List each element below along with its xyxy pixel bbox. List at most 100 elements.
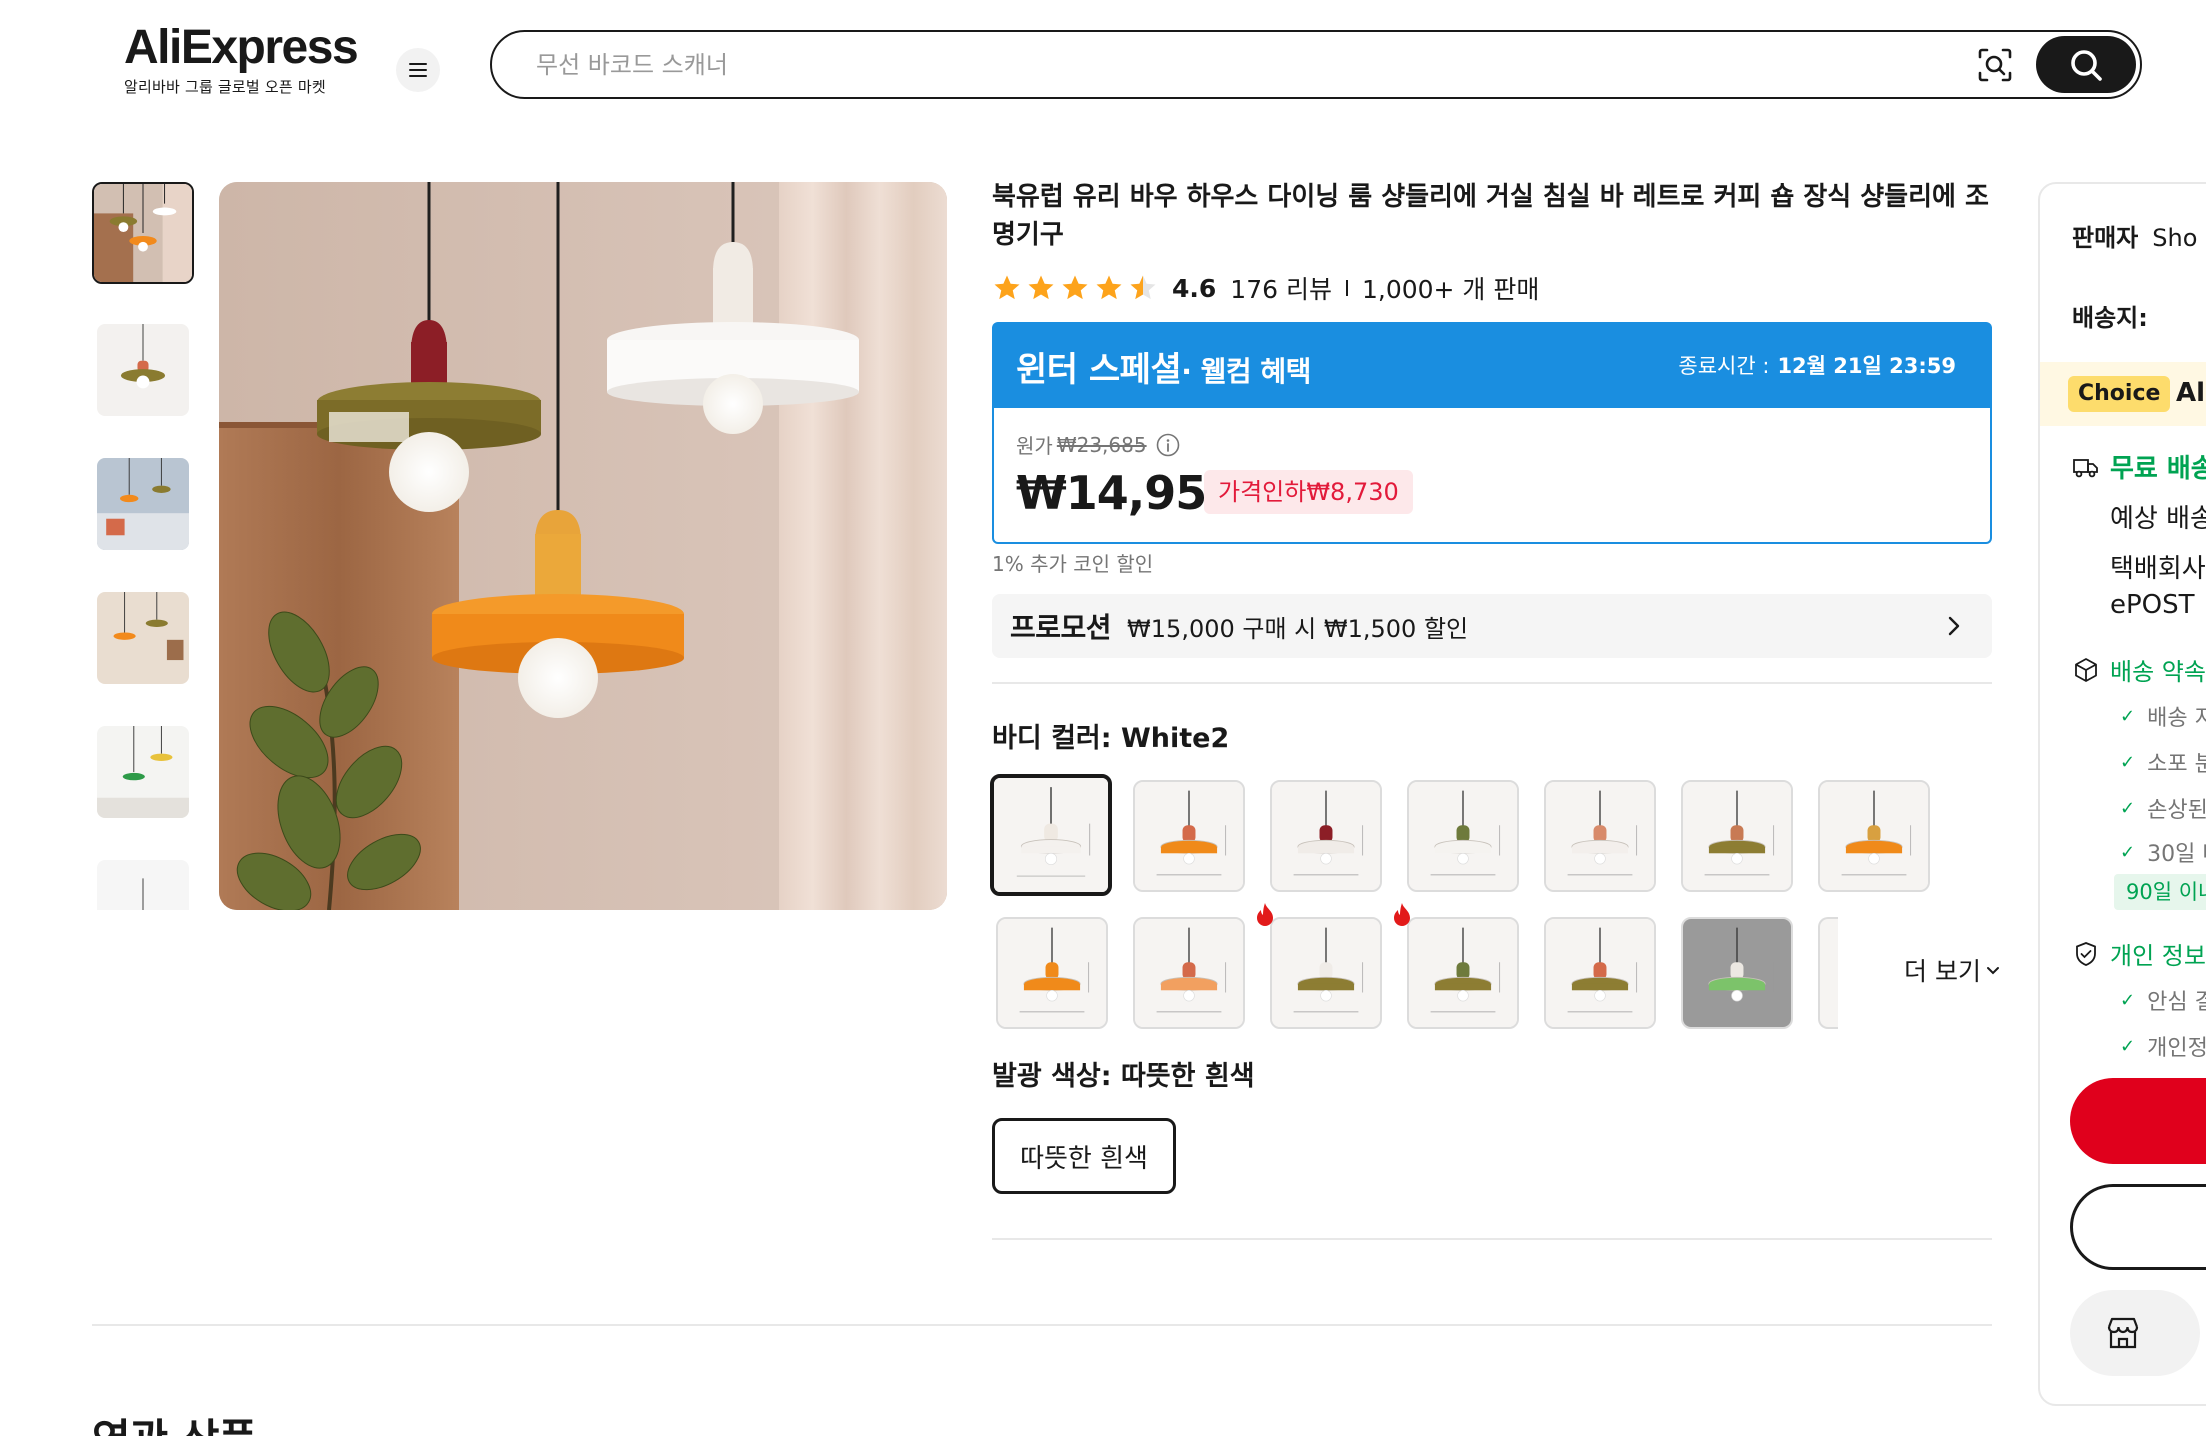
store-button[interactable] <box>2070 1290 2200 1376</box>
main-product-image[interactable] <box>219 182 947 910</box>
lamp-swatch-image <box>1683 919 1791 1027</box>
color-swatch-option[interactable] <box>1270 780 1382 892</box>
delivery-promise[interactable]: 배송 약속 <box>2072 652 2206 687</box>
thumbnail-image <box>97 592 189 684</box>
section-divider <box>992 1238 1992 1240</box>
color-swatch-option[interactable] <box>1133 780 1245 892</box>
thumbnail-image <box>97 860 189 910</box>
thumbnail-image <box>97 324 189 416</box>
lamp-swatch-image <box>1546 919 1654 1027</box>
light-color-option-warm-white[interactable]: 따뜻한 흰색 <box>992 1118 1176 1194</box>
privacy-item: ✓안심 결 <box>2120 989 2206 1016</box>
promotion-text: ₩15,000 구매 시 ₩1,500 할인 <box>1127 614 1469 643</box>
star-icon <box>1062 275 1088 300</box>
more-options-button[interactable]: 더 보기 <box>1904 952 2001 988</box>
lamp-swatch-image <box>1820 782 1928 890</box>
courier-label: 택배회사 <box>2110 554 2206 584</box>
thumbnail-image <box>97 458 189 550</box>
add-to-cart-button[interactable] <box>2070 1184 2206 1270</box>
divider <box>1345 280 1348 296</box>
logo-subtitle: 알리바바 그룹 글로벌 오픈 마켓 <box>124 78 326 96</box>
thumbnail-6[interactable] <box>95 858 191 910</box>
lamp-swatch-image <box>1135 919 1243 1027</box>
hamburger-menu-icon <box>409 63 427 77</box>
privacy-protection[interactable]: 개인 정보 <box>2072 936 2206 971</box>
color-swatch-option[interactable] <box>1407 780 1519 892</box>
discount-badge: 가격인하₩8,730 <box>1204 470 1413 514</box>
promise-item: ✓배송 지 <box>2120 705 2206 732</box>
aliexpress-logo[interactable]: AliExpress 알리바바 그룹 글로벌 오픈 마켓 <box>124 22 364 97</box>
star-rating <box>992 273 1158 303</box>
pendant-lamps-photo <box>219 182 947 910</box>
chevron-down-icon <box>1986 967 1999 975</box>
box-icon <box>2075 657 2097 682</box>
hamburger-menu-button[interactable] <box>396 48 440 92</box>
buy-now-button[interactable] <box>2070 1078 2206 1164</box>
check-icon: ✓ <box>2120 797 2136 819</box>
lamp-swatch-image <box>1409 919 1517 1027</box>
ship-to-label[interactable]: 배송지: <box>2072 298 2148 333</box>
choice-bar: Choice Ali <box>2040 362 2206 426</box>
color-swatch-option[interactable] <box>1544 780 1656 892</box>
search-icon <box>2071 49 2102 81</box>
lamp-swatch-image <box>994 778 1108 892</box>
thumbnail-2[interactable] <box>95 322 191 418</box>
color-swatch-option[interactable] <box>996 917 1108 1029</box>
thumbnail-1[interactable] <box>92 182 194 284</box>
body-color-value: White2 <box>1120 723 1230 754</box>
seller-row[interactable]: 판매자 Sho <box>2072 218 2197 253</box>
color-swatch-option[interactable] <box>1544 917 1656 1029</box>
banner-end-time: 종료시간 :12월 21일 23:59 <box>1678 354 1956 378</box>
promise-item: ✓ 손상된 <box>2120 797 2206 824</box>
seller-name: Sho <box>2152 224 2198 252</box>
promotion-label: 프로모션 <box>1010 611 1112 644</box>
store-icon <box>2107 1317 2139 1349</box>
rating-value: 4.6 <box>1172 273 1217 303</box>
price-box: 원가 ₩23,685 ₩14,955 가격인하₩8,730 <box>992 406 1992 544</box>
color-swatch-option[interactable] <box>1270 917 1382 1029</box>
purchase-side-panel: 판매자Sho 배송지: Choice Ali 무료 배송 예상 배송 택배회사 … <box>2038 182 2206 1406</box>
info-icon[interactable] <box>1155 432 1181 458</box>
color-swatch-option[interactable] <box>1133 917 1245 1029</box>
check-icon: ✓ <box>2120 751 2136 773</box>
thumbnail-gallery <box>92 182 194 910</box>
truck-icon <box>2073 458 2098 477</box>
image-search-icon[interactable] <box>1976 46 2014 84</box>
search-button[interactable] <box>2036 36 2136 93</box>
half-star-icon <box>1130 275 1156 300</box>
check-icon: ✓ <box>2120 705 2136 727</box>
original-price: 원가 ₩23,685 <box>1016 430 1181 459</box>
lamp-swatch-image <box>1135 782 1243 890</box>
search-input[interactable] <box>536 46 1956 84</box>
color-swatch-option[interactable] <box>990 774 1112 896</box>
privacy-item: ✓ 개인정 <box>2120 1035 2206 1062</box>
winter-special-banner: 윈터 스페셜· 웰컴 혜택 종료시간 :12월 21일 23:59 <box>992 322 1992 408</box>
product-title: 북유럽 유리 바우 하우스 다이닝 룸 샹들리에 거실 침실 바 레트로 커피 … <box>992 182 1989 250</box>
chevron-right-icon <box>1948 616 1960 636</box>
thumbnail-4[interactable] <box>95 590 191 686</box>
check-icon: ✓ <box>2120 1035 2136 1057</box>
star-icon <box>994 275 1020 300</box>
color-swatch-option[interactable] <box>1681 780 1793 892</box>
promise-item: ✓30일 나 <box>2120 841 2206 868</box>
section-divider <box>92 1324 1992 1326</box>
color-swatch-option[interactable] <box>1681 917 1793 1029</box>
light-color-label: 발광 색상: 따뜻한 흰색 <box>992 1061 1255 1092</box>
check-icon: ✓ <box>2120 989 2136 1011</box>
hot-flame-icon <box>1394 903 1410 926</box>
thumbnail-image <box>97 726 189 818</box>
color-swatch-option[interactable] <box>1818 780 1930 892</box>
thumbnail-3[interactable] <box>95 456 191 552</box>
review-count[interactable]: 176 리뷰 <box>1230 270 1332 306</box>
thumbnail-5[interactable] <box>95 724 191 820</box>
courier-name: ePOST <box>2110 590 2195 620</box>
section-divider <box>992 682 1992 684</box>
star-icon <box>1096 275 1122 300</box>
logo-text: AliExpress <box>124 21 359 74</box>
lamp-swatch-image <box>1272 919 1380 1027</box>
promotion-row[interactable]: 프로모션 ₩15,000 구매 시 ₩1,500 할인 <box>992 594 1992 658</box>
rating-row[interactable]: 4.6 176 리뷰 1,000+ 개 판매 <box>992 270 1539 306</box>
shield-check-icon <box>2076 941 2096 966</box>
color-swatch-option[interactable] <box>1818 917 1838 1029</box>
color-swatch-option[interactable] <box>1407 917 1519 1029</box>
